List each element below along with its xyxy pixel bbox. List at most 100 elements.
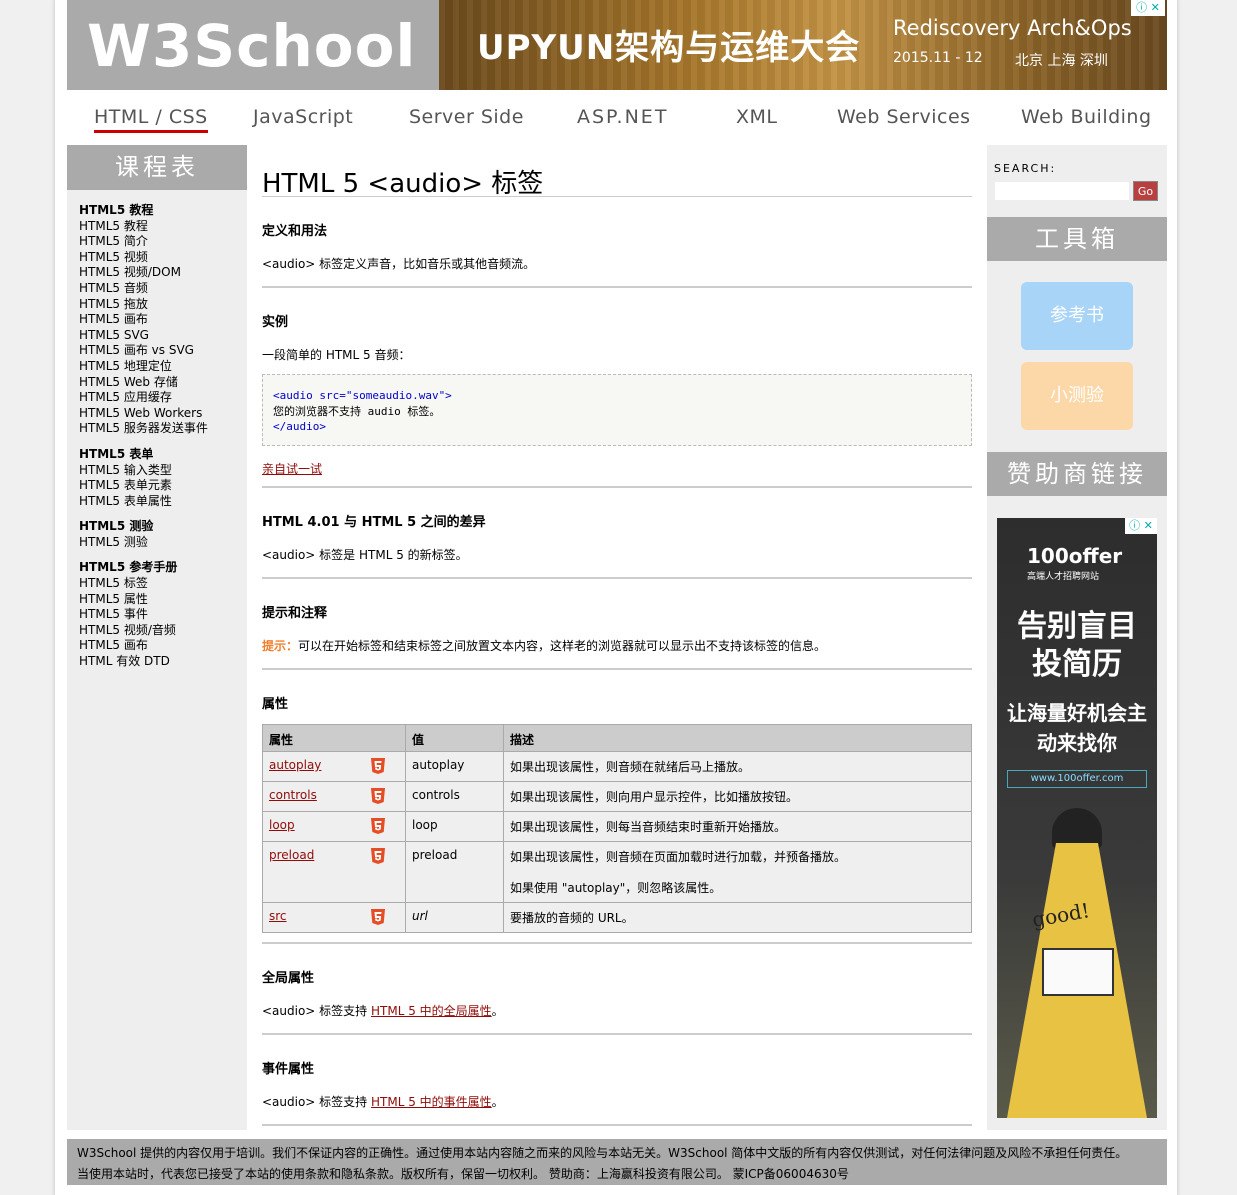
column-header: 描述: [503, 724, 972, 752]
course-link[interactable]: HTML5 标签: [79, 576, 247, 592]
section-attributes: 属性 属性 值 描述 autoplay autoplay 如果出现该属性，则音频…: [262, 670, 972, 944]
banner-ad[interactable]: UPYUN架构与运维大会 Rediscovery Arch&Ops 2015.1…: [439, 0, 1167, 90]
course-link[interactable]: HTML5 表单属性: [79, 494, 247, 510]
table-row: loop loop 如果出现该属性，则每当音频结束时重新开始播放。: [262, 811, 972, 842]
section-text: <audio> 标签定义声音，比如音乐或其他音频流。: [262, 257, 536, 271]
attr-value: preload: [405, 841, 504, 903]
column-header: 值: [405, 724, 504, 752]
try-it-link[interactable]: 亲自试一试: [262, 462, 322, 476]
section-text: <audio> 标签是 HTML 5 的新标签。: [262, 548, 468, 562]
course-link[interactable]: HTML5 属性: [79, 592, 247, 608]
course-link[interactable]: HTML5 SVG: [79, 328, 247, 344]
left-course-nav: 课程表 HTML5 教程 HTML5 教程 HTML5 简介 HTML5 视频 …: [67, 145, 247, 1130]
attr-link[interactable]: src: [269, 909, 287, 923]
global-attributes-link[interactable]: HTML 5 中的全局属性: [371, 1004, 492, 1018]
course-link[interactable]: HTML5 教程: [79, 219, 247, 235]
reference-button[interactable]: 参考书: [1021, 282, 1133, 350]
banner-cities: 北京 上海 深圳: [1015, 53, 1108, 69]
search-go-button[interactable]: Go: [1133, 181, 1158, 201]
text-prefix: <audio> 标签支持: [262, 1004, 371, 1018]
course-link[interactable]: HTML5 测验: [79, 535, 247, 551]
course-link[interactable]: HTML5 画布: [79, 312, 247, 328]
search-input[interactable]: [994, 181, 1130, 201]
course-link[interactable]: HTML5 视频: [79, 250, 247, 266]
attr-link[interactable]: controls: [269, 788, 317, 802]
attr-link[interactable]: autoplay: [269, 758, 321, 772]
course-link[interactable]: HTML5 画布 vs SVG: [79, 343, 247, 359]
section-differences: HTML 4.01 与 HTML 5 之间的差异 <audio> 标签是 HTM…: [262, 488, 972, 579]
nav-web-services[interactable]: Web Services: [837, 106, 971, 128]
attr-value: autoplay: [405, 751, 504, 782]
table-row: src url 要播放的音频的 URL。: [262, 902, 972, 933]
code-line: </audio>: [273, 420, 326, 433]
ad-subheadline: 让海量好机会主动来找你: [1007, 701, 1147, 755]
ad-info-close-icon[interactable]: ⓘ ✕: [1125, 518, 1157, 534]
code-line: <audio src="someaudio.wav">: [273, 389, 452, 402]
attr-description: 要播放的音频的 URL。: [503, 902, 972, 933]
nav-web-building[interactable]: Web Building: [1021, 106, 1152, 128]
tip-body: 可以在开始标签和结束标签之间放置文本内容，这样老的浏览器就可以显示出不支持该标签…: [298, 639, 827, 653]
course-link[interactable]: HTML5 音频: [79, 281, 247, 297]
group-title-html5-tutorial: HTML5 教程: [79, 203, 154, 217]
tip-text: 提示：可以在开始标签和结束标签之间放置文本内容，这样老的浏览器就可以显示出不支持…: [262, 621, 972, 654]
nav-html-css[interactable]: HTML / CSS: [94, 106, 208, 133]
nav-server-side[interactable]: Server Side: [409, 106, 524, 128]
ad-brand: 100offer: [1027, 544, 1123, 568]
group-title-html5-reference: HTML5 参考手册: [79, 560, 178, 575]
banner-date: 2015.11 - 12: [893, 50, 983, 66]
section-heading: 事件属性: [262, 1062, 315, 1077]
attr-value: loop: [405, 811, 504, 842]
nav-javascript[interactable]: JavaScript: [253, 106, 353, 128]
ad-url: www.100offer.com: [1007, 770, 1147, 788]
column-header: 属性: [262, 724, 406, 752]
course-link[interactable]: HTML5 地理定位: [79, 359, 247, 375]
attr-link[interactable]: preload: [269, 848, 314, 862]
course-link[interactable]: HTML5 事件: [79, 607, 247, 623]
page-wrapper: W3School UPYUN架构与运维大会 Rediscovery Arch&O…: [54, 0, 1178, 1195]
attr-description: 如果出现该属性，则向用户显示控件，比如播放按钮。: [503, 781, 972, 812]
quiz-button[interactable]: 小测验: [1021, 362, 1133, 430]
ad-info-close-icon[interactable]: ⓘ ✕: [1131, 0, 1165, 16]
attr-description: 如果出现该属性，则音频在就绪后马上播放。: [503, 751, 972, 782]
page-title: HTML 5 <audio> 标签: [262, 145, 972, 199]
section-event-attributes: 事件属性 <audio> 标签支持 HTML 5 中的事件属性。: [262, 1035, 972, 1126]
html5-icon: [371, 909, 385, 925]
table-header-row: 属性 值 描述: [262, 724, 972, 752]
sponsor-ad[interactable]: 100offer 高端人才招聘网站 告别盲目投简历 让海量好机会主动来找你 ww…: [997, 518, 1157, 1118]
course-link[interactable]: HTML5 拖放: [79, 297, 247, 313]
course-link[interactable]: HTML5 应用缓存: [79, 390, 247, 406]
course-link[interactable]: HTML5 画布: [79, 638, 247, 654]
lamp-illustration: [1052, 808, 1102, 848]
attr-value: url: [405, 902, 504, 933]
nav-xml[interactable]: XML: [736, 106, 778, 128]
event-attributes-link[interactable]: HTML 5 中的事件属性: [371, 1095, 492, 1109]
attr-link[interactable]: loop: [269, 818, 295, 832]
ad-headline: 告别盲目投简历: [1017, 609, 1137, 682]
course-link[interactable]: HTML5 表单元素: [79, 478, 247, 494]
section-text: <audio> 标签支持 HTML 5 中的全局属性。: [262, 986, 972, 1019]
course-link[interactable]: HTML5 服务器发送事件: [79, 421, 247, 437]
search-label: SEARCH:: [994, 162, 1057, 175]
course-link[interactable]: HTML5 视频/音频: [79, 623, 247, 639]
html5-icon: [371, 758, 385, 774]
sponsor-title: 赞助商链接: [987, 452, 1167, 496]
course-link[interactable]: HTML5 输入类型: [79, 463, 247, 479]
course-link[interactable]: HTML5 视频/DOM: [79, 265, 247, 281]
course-link[interactable]: HTML 有效 DTD: [79, 654, 247, 670]
code-line: 您的浏览器不支持 audio 标签。: [273, 404, 441, 418]
course-link[interactable]: HTML5 Web 存储: [79, 375, 247, 391]
header: W3School UPYUN架构与运维大会 Rediscovery Arch&O…: [67, 0, 1167, 90]
attributes-table: 属性 值 描述 autoplay autoplay 如果出现该属性，则音频在就绪…: [262, 724, 972, 933]
course-link[interactable]: HTML5 简介: [79, 234, 247, 250]
course-link[interactable]: HTML5 Web Workers: [79, 406, 247, 422]
banner-subtitle: Rediscovery Arch&Ops: [893, 16, 1132, 40]
section-example: 实例 一段简单的 HTML 5 音频： <audio src="someaudi…: [262, 288, 972, 488]
nav-asp-net[interactable]: ASP.NET: [577, 106, 668, 128]
section-heading: 定义和用法: [262, 224, 328, 239]
main-content: HTML 5 <audio> 标签 定义和用法 <audio> 标签定义声音，比…: [262, 145, 972, 1126]
group-title-html5-forms: HTML5 表单: [79, 446, 154, 461]
footer-line: 当使用本站时，代表您已接受了本站的使用条款和隐私条款。版权所有，保留一切权利。 …: [77, 1167, 849, 1181]
attr-description: 如果出现该属性，则音频在页面加载时进行加载，并预备播放。 如果使用 "autopl…: [503, 841, 972, 903]
tip-label: 提示：: [262, 639, 299, 653]
site-logo[interactable]: W3School: [67, 0, 439, 90]
